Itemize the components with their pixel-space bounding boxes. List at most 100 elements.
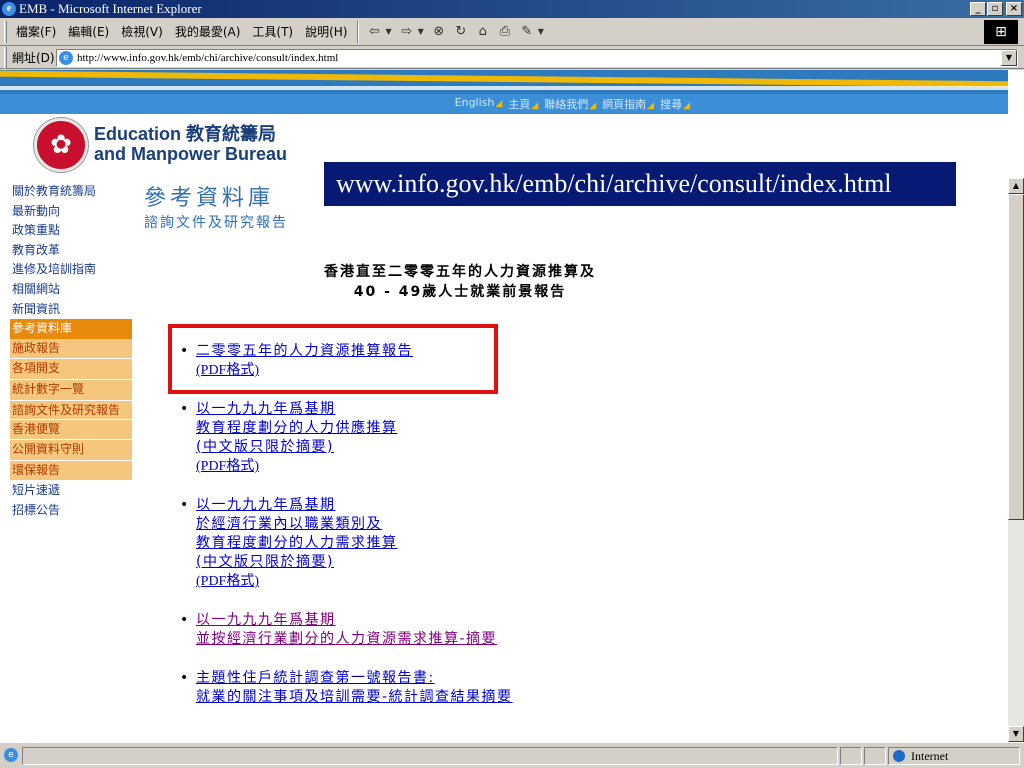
address-dropdown-icon[interactable]: ▼ (1001, 50, 1017, 66)
report-link-list: • 二零零五年的人力資源推算報告 (PDF格式) • 以一九九九年爲基期 教育程… (178, 342, 778, 727)
nav-item-access-code[interactable]: 公開資料守則 (10, 440, 132, 461)
report-link[interactable]: 以一九九九年爲基期 (196, 400, 778, 419)
heading-line1: 香港直至二零零五年的人力資源推算及 (324, 264, 596, 280)
nav-item-policy-address[interactable]: 施政報告 (10, 338, 132, 360)
section-subtitle: 諮詢文件及研究報告 (144, 215, 288, 231)
bullet: • (180, 497, 189, 513)
edit-icon[interactable]: ✎ (516, 22, 538, 42)
nav-item-latest[interactable]: 最新動向 (10, 202, 132, 222)
nav-item-reference[interactable]: 參考資料庫 (10, 319, 132, 339)
nav-item-reform[interactable]: 教育改革 (10, 241, 132, 261)
stop-icon[interactable]: ⊗ (428, 22, 450, 42)
maximize-button[interactable]: ▫ (987, 2, 1003, 16)
report-link[interactable]: 教育程度劃分的人力需求推算 (196, 534, 778, 553)
page-status-icon: e (4, 748, 18, 762)
topnav-home[interactable]: 主頁◢ (508, 96, 538, 112)
org-name[interactable]: Education 教育統籌局 and Manpower Bureau (94, 124, 287, 164)
address-label: 網址(D) (12, 51, 55, 65)
nav-item-policy[interactable]: 政策重點 (10, 221, 132, 241)
nav-item-statistics[interactable]: 統計數字一覽 (10, 379, 132, 401)
page-icon: e (59, 51, 73, 65)
refresh-icon[interactable]: ↻ (450, 22, 472, 42)
report-link[interactable]: 教育程度劃分的人力供應推算 (196, 419, 778, 438)
org-name-line2: and Manpower Bureau (94, 144, 288, 164)
report-link[interactable]: 主題性住戶統計調查第一號報告書: (196, 669, 778, 688)
scroll-up-icon[interactable]: ▲ (1008, 178, 1024, 194)
report-link[interactable]: (中文版只限於摘要) (196, 438, 778, 457)
report-link[interactable]: (中文版只限於摘要) (196, 553, 778, 572)
bullet: • (180, 612, 189, 628)
topnav-guide[interactable]: 網頁指南◢ (602, 96, 654, 112)
print-icon[interactable]: ⎙ (494, 22, 516, 42)
menu-view[interactable]: 檢視(V) (115, 23, 169, 40)
report-link[interactable]: 於經濟行業內以職業類別及 (196, 515, 778, 534)
report-link[interactable]: 就業的關注事項及培訓需要-統計調查結果摘要 (196, 688, 778, 707)
globe-icon (893, 750, 905, 762)
topnav-english[interactable]: English◢ (455, 96, 503, 112)
topnav-search[interactable]: 搜尋◢ (660, 96, 690, 112)
status-bar: e Internet (0, 742, 1024, 768)
toolbar-grip[interactable] (4, 20, 7, 43)
report-link[interactable]: (PDF格式) (196, 361, 778, 380)
heading-line2: 40 - 49歲人士就業前景報告 (353, 284, 567, 300)
back-icon[interactable]: ⇦ (363, 22, 385, 42)
address-grip[interactable] (4, 46, 7, 69)
ie-logo-icon: e (2, 2, 16, 16)
security-zone: Internet (888, 747, 1020, 765)
window-title: EMB - Microsoft Internet Explorer (19, 1, 202, 16)
nav-item-links[interactable]: 相關網站 (10, 280, 132, 300)
nav-item-tenders[interactable]: 招標公告 (10, 501, 132, 521)
address-input[interactable]: e http://www.info.gov.hk/emb/chi/archive… (56, 49, 1018, 67)
top-nav: English◢ 主頁◢ 聯絡我們◢ 網頁指南◢ 搜尋◢ (455, 96, 690, 112)
triangle-icon: ◢ (647, 101, 655, 111)
list-item: • 主題性住戶統計調查第一號報告書: 就業的關注事項及培訓需要-統計調查結果摘要 (178, 669, 778, 707)
menu-favorites[interactable]: 我的最愛(A) (169, 23, 247, 40)
back-dropdown-icon[interactable]: ▼ (385, 27, 391, 36)
scrollbar-gap (1008, 70, 1024, 178)
bullet: • (180, 343, 189, 359)
list-item: • 以一九九九年爲基期 並按經濟行業劃分的人力資源需求推算-摘要 (178, 611, 778, 649)
vertical-scrollbar[interactable]: ▲ ▼ (1008, 178, 1024, 742)
menu-bar: 檔案(F) 編輯(E) 檢視(V) 我的最愛(A) 工具(T) 說明(H) ⇦ ▼… (0, 18, 1024, 46)
nav-item-consultation[interactable]: 諮詢文件及研究報告 (10, 400, 132, 420)
address-url[interactable]: http://www.info.gov.hk/emb/chi/archive/c… (77, 52, 338, 64)
home-icon[interactable]: ⌂ (472, 22, 494, 42)
hksar-emblem-icon[interactable]: ✿ (34, 118, 88, 172)
scroll-down-icon[interactable]: ▼ (1008, 726, 1024, 742)
report-link[interactable]: 以一九九九年爲基期 (196, 496, 778, 515)
forward-dropdown-icon[interactable]: ▼ (418, 27, 424, 36)
menu-file[interactable]: 檔案(F) (10, 23, 62, 40)
menu-help[interactable]: 說明(H) (299, 23, 353, 40)
close-button[interactable]: × (1006, 2, 1022, 16)
nav-item-expenditure[interactable]: 各項開支 (10, 359, 132, 380)
address-bar: 網址(D) e http://www.info.gov.hk/emb/chi/a… (0, 46, 1024, 69)
nav-item-env-report[interactable]: 環保報告 (10, 460, 132, 482)
triangle-icon: ◢ (531, 101, 539, 111)
left-nav: 關於教育統籌局 最新動向 政策重點 教育改革 進修及培訓指南 相關網站 新聞資訊… (10, 182, 132, 521)
forward-icon[interactable]: ⇨ (396, 22, 418, 42)
report-link[interactable]: 並按經濟行業劃分的人力資源需求推算-摘要 (196, 630, 778, 649)
status-pane-lock (864, 747, 886, 765)
scroll-thumb[interactable] (1008, 194, 1024, 520)
url-overlay-caption: www.info.gov.hk/emb/chi/archive/consult/… (324, 162, 956, 206)
bullet: • (180, 670, 189, 686)
edit-dropdown-icon[interactable]: ▼ (538, 27, 544, 36)
zone-label: Internet (911, 749, 949, 763)
nav-item-news[interactable]: 新聞資訊 (10, 300, 132, 320)
org-name-line1: Education 教育統籌局 (94, 124, 277, 144)
menu-edit[interactable]: 編輯(E) (62, 23, 115, 40)
report-link[interactable]: (PDF格式) (196, 572, 778, 591)
page-content: English◢ 主頁◢ 聯絡我們◢ 網頁指南◢ 搜尋◢ ✿ Education… (0, 70, 1008, 742)
minimize-button[interactable]: _ (970, 2, 986, 16)
report-link[interactable]: 以一九九九年爲基期 (196, 611, 778, 630)
menu-tools[interactable]: 工具(T) (246, 23, 299, 40)
bullet: • (180, 401, 189, 417)
nav-item-hk-facts[interactable]: 香港便覽 (10, 419, 132, 441)
site-banner: English◢ 主頁◢ 聯絡我們◢ 網頁指南◢ 搜尋◢ (0, 70, 1008, 114)
report-link[interactable]: 二零零五年的人力資源推算報告 (196, 342, 778, 361)
nav-item-videos[interactable]: 短片速遞 (10, 481, 132, 501)
nav-item-about[interactable]: 關於教育統籌局 (10, 182, 132, 202)
nav-item-training[interactable]: 進修及培訓指南 (10, 260, 132, 280)
report-link[interactable]: (PDF格式) (196, 457, 778, 476)
topnav-contact[interactable]: 聯絡我們◢ (544, 96, 596, 112)
